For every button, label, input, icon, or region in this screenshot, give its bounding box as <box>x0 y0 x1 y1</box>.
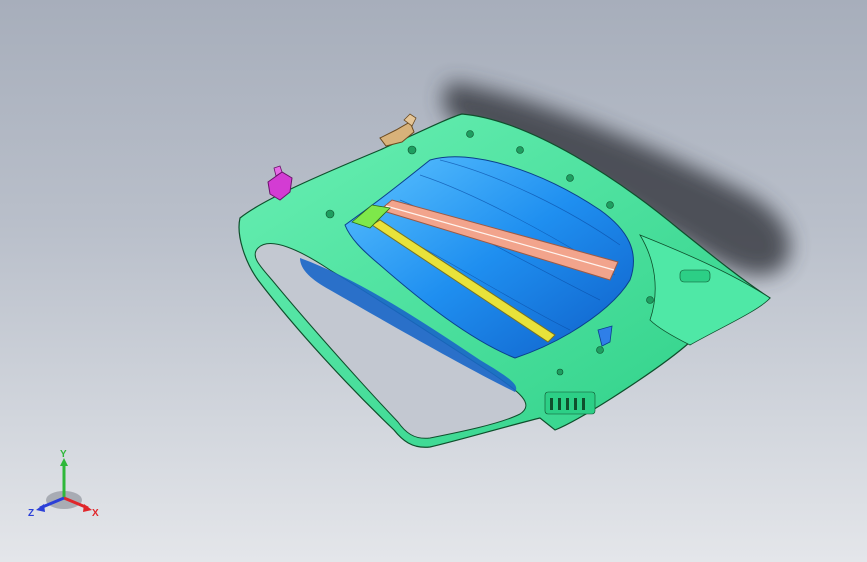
x-axis-label: X <box>92 508 99 519</box>
graphics-viewport[interactable]: Y X Z <box>0 0 867 562</box>
axis-triad: Y X Z <box>28 449 99 519</box>
y-axis-label: Y <box>60 449 67 460</box>
x-axis-arrow <box>83 504 92 512</box>
3d-model-view[interactable] <box>0 0 867 562</box>
z-axis-arrow <box>36 504 45 512</box>
z-axis-label: Z <box>28 508 34 519</box>
